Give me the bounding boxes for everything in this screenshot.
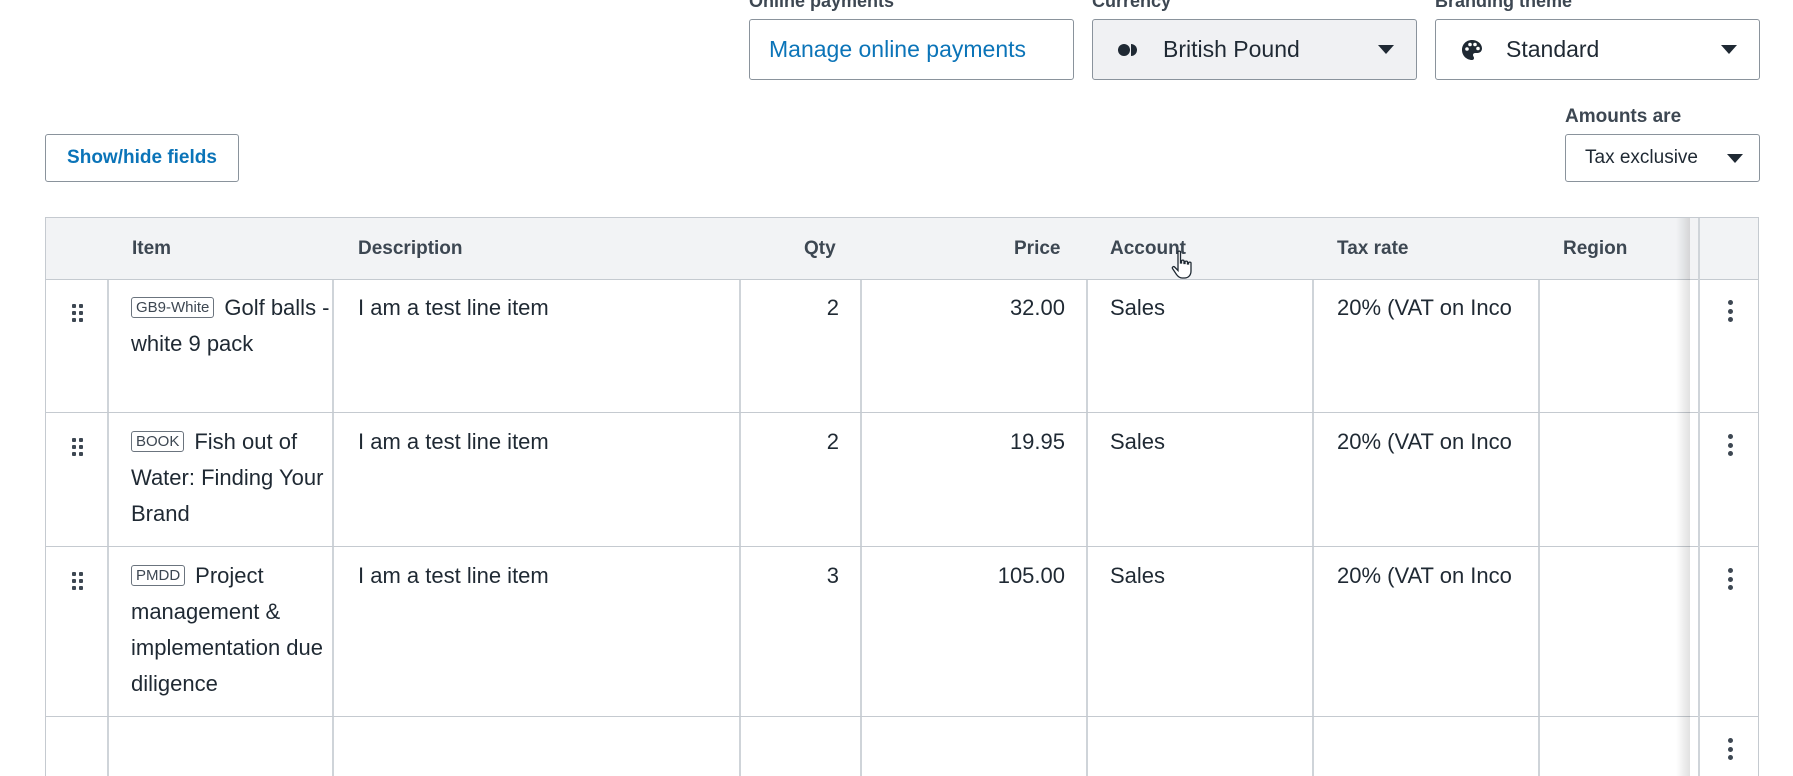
- drag-handle-icon[interactable]: [72, 438, 84, 456]
- chevron-down-icon: [1378, 45, 1394, 54]
- currency-value: British Pound: [1163, 36, 1300, 62]
- more-options-icon[interactable]: [1727, 568, 1733, 590]
- more-options-icon[interactable]: [1727, 434, 1733, 456]
- column-header-price[interactable]: Price: [1014, 218, 1060, 279]
- amounts-are-label: Amounts are: [1565, 106, 1682, 127]
- item-code-badge: PMDD: [131, 565, 186, 586]
- tax-rate-cell[interactable]: 20% (VAT on Inco: [1337, 558, 1517, 594]
- hand-cursor-icon: [1171, 250, 1192, 279]
- currency-select[interactable]: British Pound: [1092, 19, 1417, 80]
- item-code-badge: BOOK: [131, 431, 185, 452]
- item-cell[interactable]: GB9-White Golf balls - white 9 pack: [131, 290, 341, 362]
- price-cell[interactable]: 32.00: [866, 290, 1065, 326]
- branding-theme-value: Standard: [1506, 36, 1600, 62]
- table-row-empty[interactable]: [46, 718, 1758, 776]
- column-header-region[interactable]: Region: [1563, 218, 1627, 279]
- drag-handle-icon[interactable]: [72, 572, 84, 590]
- column-header-qty[interactable]: Qty: [804, 218, 836, 279]
- line-items-table: Item Description Qty Price Account Tax r…: [45, 217, 1759, 776]
- tax-rate-cell[interactable]: 20% (VAT on Inco: [1337, 290, 1517, 326]
- column-header-tax-rate[interactable]: Tax rate: [1337, 218, 1408, 279]
- manage-online-payments-link[interactable]: Manage online payments: [750, 36, 1026, 63]
- table-row[interactable]: BOOK Fish out of Water: Finding Your Bran…: [46, 414, 1758, 547]
- price-cell[interactable]: 19.95: [866, 424, 1065, 460]
- table-row[interactable]: PMDD Project management & implementation …: [46, 548, 1758, 717]
- amounts-are-select[interactable]: Tax exclusive: [1565, 134, 1760, 182]
- qty-cell[interactable]: 2: [746, 290, 839, 326]
- more-options-icon[interactable]: [1727, 738, 1733, 760]
- actions-column-divider: [1698, 218, 1700, 776]
- table-header-row: Item Description Qty Price Account Tax r…: [46, 218, 1758, 280]
- column-header-item[interactable]: Item: [132, 218, 171, 279]
- description-cell[interactable]: I am a test line item: [358, 424, 549, 460]
- amounts-are-value: Tax exclusive: [1585, 147, 1698, 168]
- column-header-description[interactable]: Description: [358, 218, 463, 279]
- more-options-icon[interactable]: [1727, 300, 1733, 322]
- description-cell[interactable]: I am a test line item: [358, 558, 549, 594]
- description-cell[interactable]: I am a test line item: [358, 290, 549, 326]
- branding-theme-select[interactable]: Standard: [1435, 19, 1760, 80]
- chevron-down-icon: [1727, 153, 1743, 163]
- chevron-down-icon: [1721, 45, 1737, 54]
- item-code-badge: GB9-White: [131, 297, 215, 318]
- show-hide-fields-button[interactable]: Show/hide fields: [45, 134, 239, 182]
- table-row[interactable]: GB9-White Golf balls - white 9 pack I am …: [46, 280, 1758, 413]
- tax-rate-cell[interactable]: 20% (VAT on Inco: [1337, 424, 1517, 460]
- currency-icon: [1117, 38, 1141, 62]
- account-cell[interactable]: Sales: [1110, 558, 1165, 594]
- drag-handle-icon[interactable]: [72, 304, 84, 322]
- currency-label: Currency: [1092, 0, 1172, 11]
- item-cell[interactable]: PMDD Project management & implementation …: [131, 558, 341, 702]
- branding-theme-label: Branding theme: [1435, 0, 1573, 11]
- price-cell[interactable]: 105.00: [866, 558, 1065, 594]
- qty-cell[interactable]: 3: [746, 558, 839, 594]
- palette-icon: [1460, 38, 1484, 62]
- qty-cell[interactable]: 2: [746, 424, 839, 460]
- manage-online-payments-field[interactable]: Manage online payments: [749, 19, 1074, 80]
- scroll-shadow: [1676, 218, 1690, 776]
- item-cell[interactable]: BOOK Fish out of Water: Finding Your Bran…: [131, 424, 341, 532]
- online-payments-label: Online payments: [749, 0, 895, 11]
- account-cell[interactable]: Sales: [1110, 424, 1165, 460]
- account-cell[interactable]: Sales: [1110, 290, 1165, 326]
